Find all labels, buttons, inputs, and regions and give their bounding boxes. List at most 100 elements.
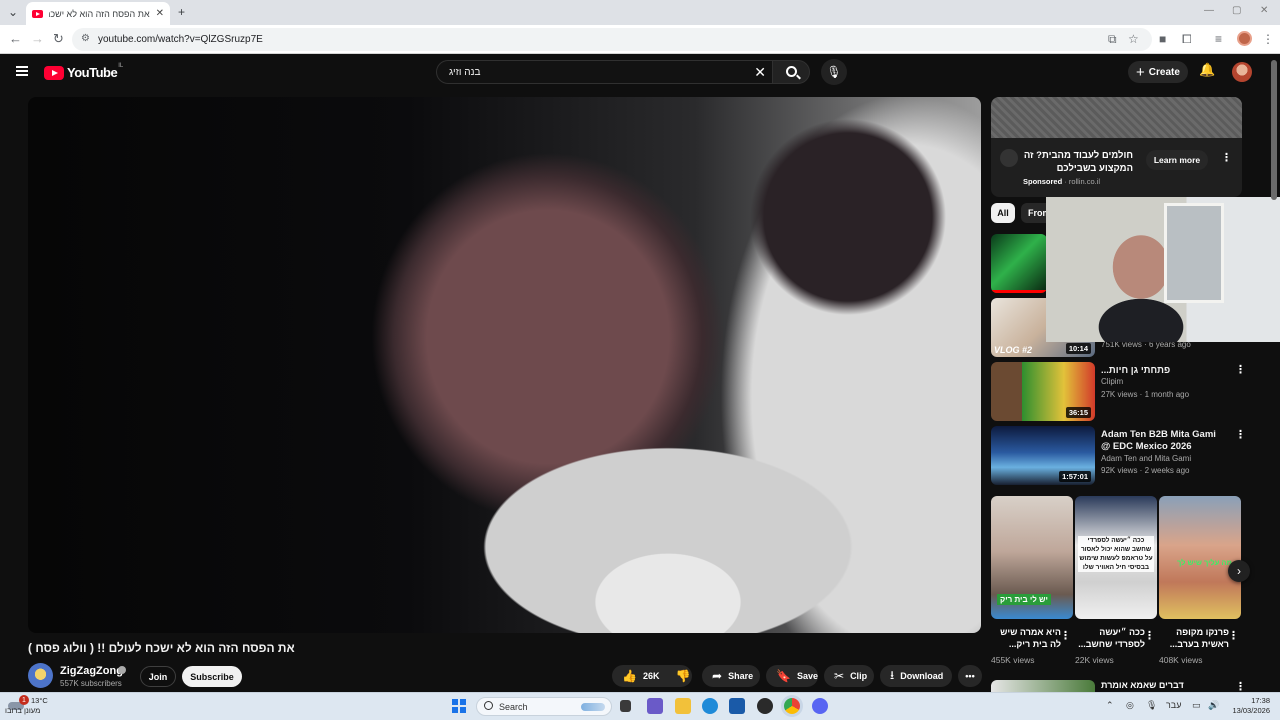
recommendation-thumbnail[interactable]	[991, 680, 1095, 692]
chrome-icon[interactable]	[784, 698, 800, 714]
create-button[interactable]: + Create	[1128, 61, 1188, 83]
teams-icon[interactable]	[647, 698, 663, 714]
youtube-logo[interactable]: YouTube IL	[44, 63, 123, 80]
recommendation-menu-icon[interactable]: ⋮	[1235, 365, 1246, 376]
maximize-icon[interactable]: ▢	[1232, 5, 1241, 16]
weather-temperature[interactable]: 13°C	[31, 696, 48, 705]
weather-description[interactable]: מעונן ברובו	[5, 706, 40, 715]
short-menu-icon[interactable]: ⋮	[1060, 631, 1071, 642]
account-avatar[interactable]	[1232, 62, 1252, 82]
download-button[interactable]: ⭳ Download	[880, 665, 952, 687]
save-button[interactable]: 🔖 Save	[766, 665, 818, 687]
edge-browser-icon[interactable]	[702, 698, 718, 714]
page-scrollbar[interactable]	[1271, 60, 1277, 200]
short-overlay-text: מה עליך שיש לך	[1177, 558, 1232, 567]
site-info-icon[interactable]: ⚙	[81, 33, 90, 44]
input-language[interactable]: עבר	[1166, 700, 1181, 710]
recommendation-channel[interactable]: Clipim	[1101, 377, 1123, 386]
recommendation-menu-icon[interactable]: ⋮	[1235, 682, 1246, 693]
short-views: 455K views	[991, 655, 1035, 665]
recommendation-thumbnail[interactable]: 36:15	[991, 362, 1095, 421]
browser-profile-avatar[interactable]	[1237, 31, 1252, 46]
recommendation-title[interactable]: דברים שאמא אומרת	[1101, 680, 1184, 690]
shorts-next-arrow-icon[interactable]: ›	[1228, 560, 1250, 582]
recommendation-channel[interactable]: Adam Ten and Mita Gami	[1101, 454, 1191, 463]
short-menu-icon[interactable]: ⋮	[1228, 631, 1239, 642]
voice-search-mic-icon[interactable]: 🎙	[821, 59, 847, 85]
tray-overflow-chevron-icon[interactable]: ⌃	[1106, 700, 1114, 711]
like-icon[interactable]: 👍	[622, 669, 637, 683]
channel-name[interactable]: ZigZagZong	[60, 665, 123, 677]
short-thumbnail[interactable]: מה עליך שיש לך	[1159, 496, 1241, 619]
like-dislike-group: 👍 26K 👎	[612, 665, 692, 687]
notifications-bell-icon[interactable]: 🔔	[1199, 62, 1215, 78]
short-thumbnail[interactable]: יש לי בית ריק	[991, 496, 1073, 619]
recommendation-title[interactable]: Adam Ten B2B Mita Gami @ EDC Mexico 2026	[1101, 429, 1221, 453]
tray-app-icon[interactable]: ◎	[1126, 700, 1134, 711]
task-view-icon[interactable]	[620, 700, 631, 712]
share-icon: ➦	[712, 669, 723, 683]
channel-avatar[interactable]	[28, 663, 53, 688]
forward-icon[interactable]: →	[31, 31, 44, 46]
app-icon[interactable]	[757, 698, 773, 714]
install-app-icon[interactable]: ⧉	[1108, 32, 1117, 47]
search-button[interactable]	[772, 60, 810, 84]
microsoft-store-icon[interactable]	[729, 698, 745, 714]
search-input[interactable]: בנה וזיג ✕	[436, 60, 772, 84]
discord-icon[interactable]	[812, 698, 828, 714]
recommendation-thumbnail[interactable]: 1:57:01	[991, 426, 1095, 485]
network-icon[interactable]: ▭	[1192, 700, 1201, 711]
ad-domain: rollin.co.il	[1068, 177, 1101, 186]
extensions-puzzle-icon[interactable]: ⧠	[1182, 32, 1192, 47]
short-title[interactable]: ככה ״יעשה לספרדי שחשב...	[1075, 626, 1145, 650]
microphone-icon[interactable]: 🎙	[1146, 700, 1157, 711]
search-icon	[484, 701, 493, 710]
browser-tab-active[interactable]: את הפסח הזה הוא לא ישכח לעולם !! (וולוג …	[26, 2, 170, 25]
video-player[interactable]	[28, 97, 981, 633]
logo-wordmark: YouTube	[67, 65, 118, 80]
recommendation-title[interactable]: פתחתי גן חיות...	[1101, 365, 1221, 377]
bookmark-star-icon[interactable]: ☆	[1128, 32, 1139, 46]
like-count[interactable]: 26K	[643, 671, 660, 681]
minimize-icon[interactable]: —	[1204, 5, 1214, 16]
address-bar[interactable]: ⚙ youtube.com/watch?v=QlZGSruzp7E	[72, 28, 1152, 51]
window-close-icon[interactable]: ✕	[1260, 5, 1268, 16]
url-text: youtube.com/watch?v=QlZGSruzp7E	[98, 34, 263, 45]
share-button[interactable]: ➦ Share	[702, 665, 760, 687]
browser-menu-icon[interactable]: ⋮	[1262, 32, 1274, 46]
short-overlay-text: יש לי בית ריק	[997, 594, 1051, 605]
clear-search-icon[interactable]: ✕	[754, 64, 766, 81]
clip-button[interactable]: ✂ Clip	[824, 665, 874, 687]
more-actions-button[interactable]: •••	[958, 665, 982, 687]
taskbar-search-box[interactable]: Search	[476, 697, 612, 716]
clock-time: 17:38	[1251, 696, 1270, 705]
recommendation-thumbnail[interactable]	[991, 234, 1047, 293]
tab-search-icon[interactable]: ⌄	[8, 5, 18, 19]
ad-menu-icon[interactable]: ⋮	[1221, 153, 1232, 164]
recommendation-menu-icon[interactable]: ⋮	[1235, 430, 1246, 441]
join-button[interactable]: Join	[140, 666, 176, 687]
file-explorer-icon[interactable]	[675, 698, 691, 714]
short-title[interactable]: פרנקו מקופה ראשית בערב...	[1159, 626, 1229, 650]
media-controls-icon[interactable]: ≡	[1215, 32, 1222, 46]
sponsored-ad-card[interactable]: חולמים לעבוד מהבית? זה המקצוע בשבילכם Sp…	[991, 97, 1242, 197]
short-thumbnail[interactable]: ככה ״יעשה לספרדי שחשב שהוא יכול לאסור על…	[1075, 496, 1157, 619]
subscribe-button[interactable]: Subscribe	[182, 666, 242, 687]
short-menu-icon[interactable]: ⋮	[1144, 631, 1155, 642]
extension-icon[interactable]: ■	[1159, 32, 1166, 46]
short-views: 408K views	[1159, 655, 1203, 665]
windows-start-icon[interactable]	[452, 699, 466, 713]
dislike-icon[interactable]: 👎	[675, 669, 690, 683]
reload-icon[interactable]: ↻	[53, 31, 64, 47]
new-tab-icon[interactable]: +	[178, 5, 185, 19]
back-icon[interactable]: ←	[9, 31, 22, 46]
close-tab-icon[interactable]: ✕	[156, 8, 164, 19]
youtube-play-logo-icon	[44, 65, 64, 80]
chip-all[interactable]: All	[991, 203, 1015, 223]
system-clock[interactable]: 17:38 13/03/2026	[1228, 696, 1270, 716]
screen: ⌄ את הפסח הזה הוא לא ישכח לעולם !! (וולו…	[0, 0, 1280, 720]
hamburger-menu-icon[interactable]	[16, 66, 28, 76]
volume-icon[interactable]: 🔊	[1208, 700, 1219, 711]
short-title[interactable]: היא אמרה שיש לה בית ריק...	[991, 626, 1061, 650]
learn-more-button[interactable]: Learn more	[1146, 150, 1208, 170]
